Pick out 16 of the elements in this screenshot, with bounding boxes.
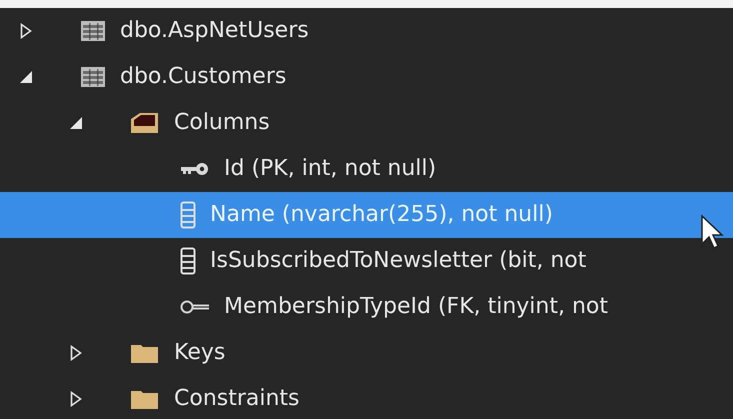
tree-item[interactable]: Constraints [0, 376, 733, 419]
key-icon [180, 162, 210, 176]
tree-item[interactable]: dbo.Customers [0, 54, 733, 100]
key-icon [180, 300, 210, 314]
mouse-pointer-icon [700, 214, 724, 250]
table-icon [80, 20, 106, 42]
tree-item[interactable]: Id (PK, int, not null) [0, 146, 733, 192]
tree-item[interactable]: Columns [0, 100, 733, 146]
table-icon [80, 66, 106, 88]
tree-item[interactable]: Keys [0, 330, 733, 376]
tree-item[interactable]: IsSubscribedToNewsletter (bit, not [0, 238, 733, 284]
folder-icon [130, 111, 160, 135]
tree-item[interactable]: MembershipTypeId (FK, tinyint, not [0, 284, 733, 330]
column-icon [180, 201, 196, 229]
tree-item[interactable]: dbo.AspNetUsers [0, 8, 733, 54]
column-icon [180, 247, 196, 275]
